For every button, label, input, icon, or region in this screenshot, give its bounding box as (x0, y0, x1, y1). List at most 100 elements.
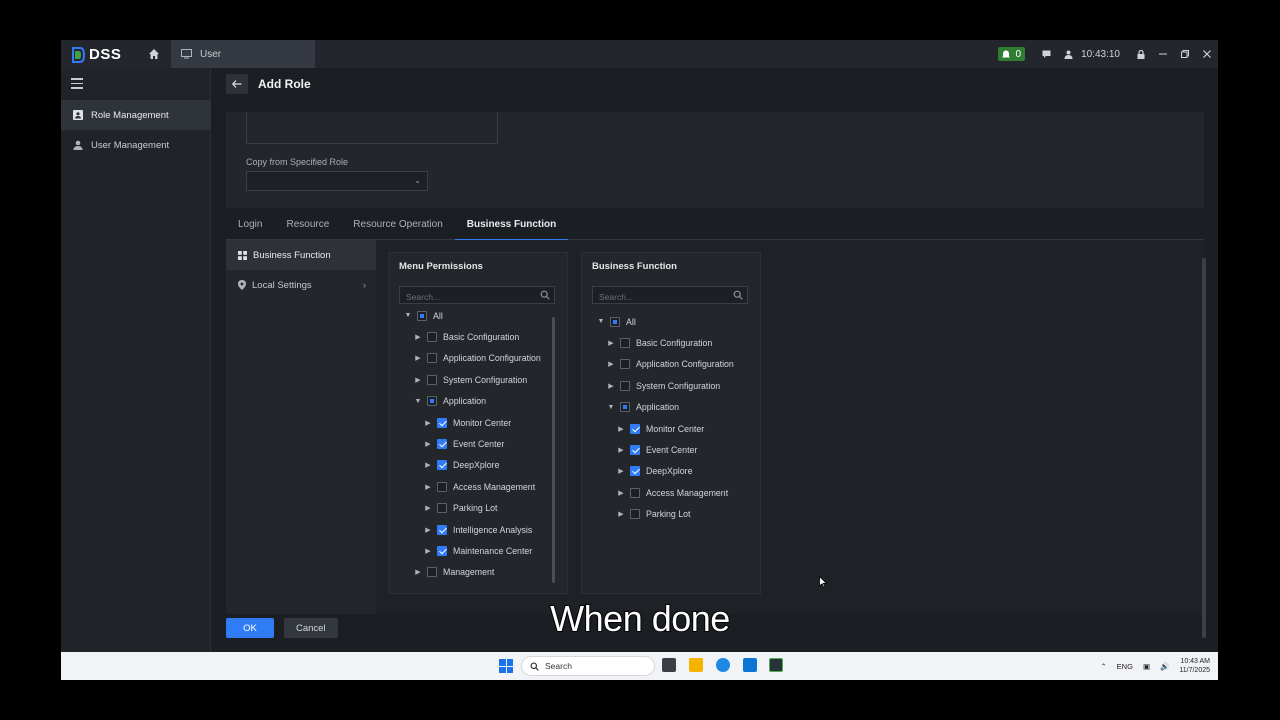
tree-row[interactable]: ▶ DeepXplore (423, 455, 499, 476)
tree-row[interactable]: ▶ Monitor Center (423, 412, 511, 433)
checkbox[interactable] (630, 509, 640, 520)
file-explorer-icon[interactable] (689, 658, 703, 672)
business-function-search[interactable] (592, 286, 748, 305)
home-button[interactable] (145, 45, 163, 63)
checkbox[interactable] (427, 353, 437, 364)
caret-right-icon[interactable]: ▶ (423, 526, 433, 534)
caret-right-icon[interactable]: ▶ (413, 568, 423, 576)
chevron-up-icon[interactable]: ⌃ (1100, 662, 1106, 671)
tab-resource-operation[interactable]: Resource Operation (341, 210, 455, 240)
checkbox[interactable] (630, 487, 640, 498)
checkbox[interactable] (427, 567, 437, 578)
tree-row[interactable]: ▼ Application (606, 397, 679, 418)
tree-row[interactable]: ▶ System Configuration (413, 369, 527, 390)
tab-user[interactable]: User (171, 40, 315, 68)
caret-down-icon[interactable]: ▼ (606, 404, 616, 411)
checkbox[interactable] (427, 374, 437, 385)
minimize-button[interactable] (1152, 40, 1174, 68)
tree-row[interactable]: ▶ Management (413, 562, 494, 583)
checkbox[interactable] (437, 438, 447, 449)
subnav-item-business-function[interactable]: Business Function (226, 240, 376, 270)
close-button[interactable] (1196, 40, 1218, 68)
tree-row[interactable]: ▶ Application Configuration (606, 354, 734, 375)
tab-resource[interactable]: Resource (274, 210, 341, 240)
tree-row[interactable]: ▶ Access Management (423, 476, 535, 497)
search-icon[interactable] (733, 290, 743, 300)
search-icon[interactable] (540, 290, 550, 300)
checkbox[interactable] (620, 359, 630, 370)
tree-row[interactable]: ▶ Access Management (616, 482, 728, 503)
lock-button[interactable] (1130, 40, 1152, 68)
checkbox[interactable] (437, 545, 447, 556)
caret-right-icon[interactable]: ▶ (606, 360, 616, 368)
tree-row[interactable]: ▶ Parking Lot (616, 504, 691, 525)
copy-role-select[interactable]: ⌄ (246, 171, 428, 191)
caret-right-icon[interactable]: ▶ (606, 382, 616, 390)
task-view-icon[interactable] (662, 658, 676, 672)
checkbox[interactable] (437, 417, 447, 428)
caret-right-icon[interactable]: ▶ (616, 467, 626, 475)
language-indicator[interactable]: ENG (1117, 662, 1133, 671)
tree-row[interactable]: ▶ Application Configuration (413, 348, 541, 369)
caret-right-icon[interactable]: ▶ (423, 419, 433, 427)
search-input[interactable] (593, 289, 723, 305)
checkbox[interactable] (620, 402, 630, 413)
caret-down-icon[interactable]: ▼ (413, 398, 423, 405)
caret-right-icon[interactable]: ▶ (616, 446, 626, 454)
restore-button[interactable] (1174, 40, 1196, 68)
tree-row[interactable]: ▶ Basic Configuration (413, 326, 519, 347)
checkbox[interactable] (610, 316, 620, 327)
checkbox[interactable] (620, 337, 630, 348)
checkbox[interactable] (630, 466, 640, 477)
tree-row[interactable]: ▶ Monitor Center (616, 418, 704, 439)
taskbar-clock[interactable]: 10:43 AM 11/7/2025 (1179, 657, 1210, 675)
dss-app-icon[interactable] (769, 658, 783, 672)
caret-down-icon[interactable]: ▼ (403, 312, 413, 319)
caret-down-icon[interactable]: ▼ (596, 318, 606, 325)
taskbar-search[interactable]: Search (521, 656, 655, 676)
caret-right-icon[interactable]: ▶ (413, 354, 423, 362)
sidebar-item-user-management[interactable]: User Management (61, 130, 211, 160)
checkbox[interactable] (427, 331, 437, 342)
tree-row[interactable]: ▶ Intelligence Analysis (423, 519, 532, 540)
notification-badge[interactable]: 0 (997, 47, 1026, 61)
tree-row[interactable]: ▶ Event Center (423, 433, 504, 454)
role-description-field[interactable] (246, 112, 498, 144)
back-button[interactable] (226, 74, 248, 94)
tree-row[interactable]: ▼ All (596, 311, 636, 332)
volume-icon[interactable]: 🔊 (1160, 662, 1169, 671)
sidebar-item-role-management[interactable]: Role Management (61, 100, 211, 130)
tree-row[interactable]: ▶ DeepXplore (616, 461, 692, 482)
caret-right-icon[interactable]: ▶ (423, 461, 433, 469)
tab-login[interactable]: Login (226, 210, 274, 240)
caret-right-icon[interactable]: ▶ (606, 339, 616, 347)
tree-row[interactable]: ▶ Basic Configuration (606, 332, 712, 353)
store-icon[interactable] (743, 658, 757, 672)
caret-right-icon[interactable]: ▶ (413, 376, 423, 384)
tree-row[interactable]: ▶ Parking Lot (423, 498, 498, 519)
checkbox[interactable] (620, 380, 630, 391)
caret-right-icon[interactable]: ▶ (616, 510, 626, 518)
tree-scrollbar[interactable] (552, 317, 555, 583)
caret-right-icon[interactable]: ▶ (423, 440, 433, 448)
checkbox[interactable] (437, 503, 447, 514)
page-scrollbar[interactable] (1202, 258, 1206, 638)
checkbox[interactable] (417, 310, 427, 321)
checkbox[interactable] (437, 460, 447, 471)
edge-browser-icon[interactable] (716, 658, 730, 672)
network-icon[interactable]: ▣ (1143, 662, 1150, 671)
caret-right-icon[interactable]: ▶ (616, 489, 626, 497)
caret-right-icon[interactable]: ▶ (413, 333, 423, 341)
tree-row[interactable]: ▶ Event Center (616, 439, 697, 460)
caret-right-icon[interactable]: ▶ (423, 483, 433, 491)
checkbox[interactable] (437, 481, 447, 492)
message-button[interactable] (1035, 40, 1057, 68)
menu-toggle-icon[interactable] (71, 78, 83, 89)
checkbox[interactable] (630, 444, 640, 455)
checkbox[interactable] (427, 396, 437, 407)
checkbox[interactable] (630, 423, 640, 434)
tree-row[interactable]: ▼ Application (413, 391, 486, 412)
tree-row[interactable]: ▼ All (403, 305, 443, 326)
tab-business-function[interactable]: Business Function (454, 210, 569, 241)
caret-right-icon[interactable]: ▶ (616, 425, 626, 433)
